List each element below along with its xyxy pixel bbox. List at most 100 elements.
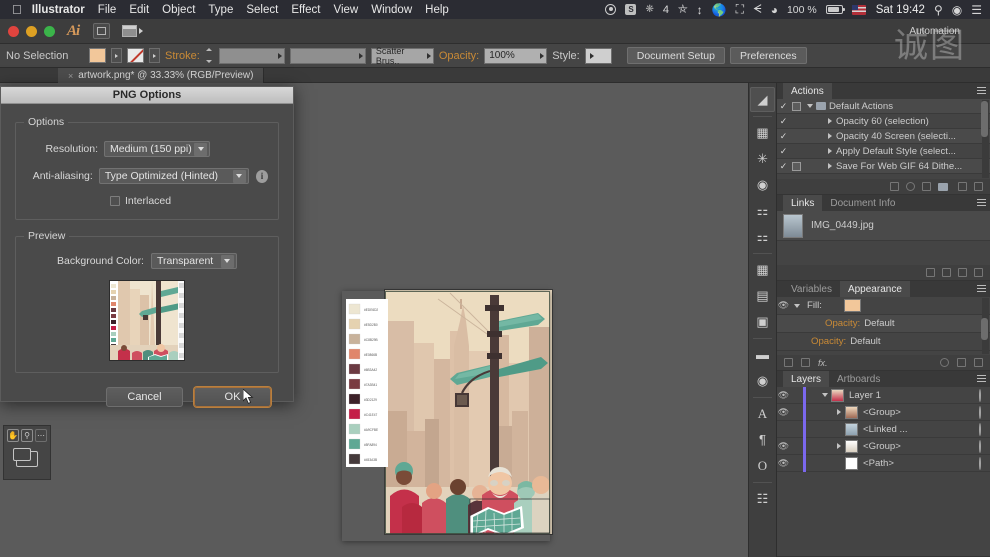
stroke-panel-icon[interactable]: ◉ [750,368,775,393]
target-indicator[interactable] [979,405,981,419]
delete-icon[interactable] [974,182,983,191]
add-new-fill-icon[interactable] [784,357,793,367]
panel-menu-icon[interactable] [977,285,986,293]
links-panel-icon[interactable]: ☷ [750,486,775,511]
transform-panel-icon[interactable]: ▦ [750,257,775,282]
stroke-weight-stepper[interactable] [205,48,214,63]
disclosure-triangle-icon[interactable] [790,303,803,308]
symbols-panel-icon[interactable]: ⚏ [750,198,775,223]
interlaced-checkbox[interactable] [110,196,120,206]
action-enabled-check[interactable]: ✓ [777,161,790,172]
fill-swatch[interactable] [89,48,106,63]
brush-definition-field[interactable]: Scatter Brus.. [370,46,434,66]
tab-layers[interactable]: Layers [783,371,830,387]
actions-list[interactable]: ✓ Default Actions ✓ Opacity 60 (selectio… [777,99,990,174]
menu-item-file[interactable]: File [98,4,117,16]
tab-appearance[interactable]: Appearance [839,281,910,297]
disclosure-triangle-icon[interactable] [823,163,836,169]
menu-item-view[interactable]: View [334,4,359,16]
document-setup-button[interactable]: Document Setup [626,47,725,64]
actions-row[interactable]: ✓ Save For Web GIF 64 Dithe... [777,159,990,174]
paragraph-panel-icon[interactable]: ¶ [750,427,775,452]
graphic-styles-panel-icon[interactable]: ⚏ [750,224,775,249]
screen-mode-icon[interactable] [13,448,38,467]
bluetooth-icon[interactable]: ᗕ [753,2,762,17]
add-new-effect-icon[interactable]: fx. [818,358,828,368]
relink-icon[interactable] [926,268,935,277]
hand-tool-icon[interactable]: ✋ [7,429,19,442]
action-dialog-toggle[interactable] [790,101,803,111]
artwork-illustration[interactable]: #EDE6D2 #E5D2B0 #C8B29B #E0866B #6B3A42 … [342,291,550,541]
airplay-icon[interactable]: ⛶ [736,2,744,17]
actions-scrollbar[interactable] [981,100,989,178]
gradient-tool-icon[interactable]: ◢ [750,87,775,112]
pathfinder-panel-icon[interactable]: ▣ [750,309,775,334]
visibility-eye-icon[interactable]: 👁 [777,300,790,311]
disclosure-triangle-icon[interactable] [823,118,836,124]
more-options-icon[interactable]: ⋯ [35,429,47,442]
siri-icon[interactable]: ◉ [952,3,962,17]
swatches-panel-icon[interactable]: ▦ [750,120,775,145]
notification-center-icon[interactable]: ☰ [971,3,982,17]
appearance-row-opacity[interactable]: Opacity: Default [777,333,990,351]
layer-row[interactable]: 👁 <Path> [777,454,990,472]
menu-item-object[interactable]: Object [162,4,195,16]
sync-icon[interactable]: ↕ [697,3,703,17]
cancel-button[interactable]: Cancel [106,387,183,407]
layer-row[interactable]: 👁 Layer 1 [777,386,990,404]
new-set-icon[interactable] [938,182,948,191]
minimize-window-button[interactable] [26,25,37,37]
info-icon[interactable]: i [255,169,268,183]
ok-button[interactable]: OK [194,387,271,407]
menu-item-help[interactable]: Help [425,4,449,16]
bridge-icon[interactable] [93,23,111,39]
zoom-tool-icon[interactable]: ⚲ [21,429,33,442]
add-new-stroke-icon[interactable] [801,357,810,367]
appearance-scrollbar[interactable] [981,298,989,354]
tab-automation[interactable]: Automation [909,26,960,37]
action-enabled-check[interactable]: ✓ [777,131,790,142]
action-dialog-toggle[interactable] [790,161,803,171]
globe-icon[interactable]: 🌎 [712,3,727,17]
stroke-weight-field[interactable] [218,47,285,64]
menu-item-edit[interactable]: Edit [129,4,149,16]
us-flag-icon[interactable] [851,4,866,15]
play-icon[interactable] [922,182,931,191]
shield-icon[interactable]: ⛤ [678,2,688,17]
fill-dropdown[interactable] [111,48,122,63]
png-options-dialog[interactable]: PNG Options Options Resolution: Medium (… [0,86,294,407]
disclosure-triangle-icon[interactable] [823,133,836,139]
disclosure-triangle-icon[interactable] [818,393,831,397]
opentype-panel-icon[interactable]: O [750,453,775,478]
actions-row-default-set[interactable]: ✓ Default Actions [777,99,990,114]
menu-item-effect[interactable]: Effect [291,4,320,16]
interlaced-row[interactable]: Interlaced [26,195,268,207]
visibility-eye-icon[interactable]: 👁 [777,407,790,418]
appearance-fill-swatch[interactable] [843,299,861,312]
close-icon[interactable]: × [68,71,73,81]
record-icon[interactable] [906,182,915,191]
arrange-documents-icon[interactable] [122,25,144,37]
disclosure-triangle-icon[interactable] [832,409,845,415]
panel-menu-icon[interactable] [977,87,986,95]
actions-row[interactable]: ✓ Opacity 60 (selection) [777,114,990,129]
delete-item-icon[interactable] [974,358,983,367]
background-color-select[interactable]: Transparent [150,253,237,269]
dropbox-icon[interactable]: ❋ [645,4,653,15]
close-window-button[interactable] [8,25,19,37]
menu-item-type[interactable]: Type [208,4,233,16]
document-tab[interactable]: × artwork.png* @ 33.33% (RGB/Preview) [58,68,265,83]
record-icon[interactable] [605,4,617,15]
disclosure-triangle-icon[interactable] [803,104,816,108]
clear-appearance-icon[interactable] [940,358,949,367]
style-field[interactable] [584,47,612,64]
appearance-row-fill[interactable]: 👁 Fill: [777,297,990,315]
transparency-panel-icon[interactable]: ▬ [750,342,775,367]
disclosure-triangle-icon[interactable] [832,443,845,449]
target-indicator[interactable] [979,422,981,436]
layer-row[interactable]: 👁 <Group> [777,437,990,455]
panel-menu-icon[interactable] [977,375,986,383]
apple-icon[interactable]:  [12,2,22,17]
panel-menu-icon[interactable] [977,199,986,207]
layer-row[interactable]: <Linked ... [777,420,990,438]
